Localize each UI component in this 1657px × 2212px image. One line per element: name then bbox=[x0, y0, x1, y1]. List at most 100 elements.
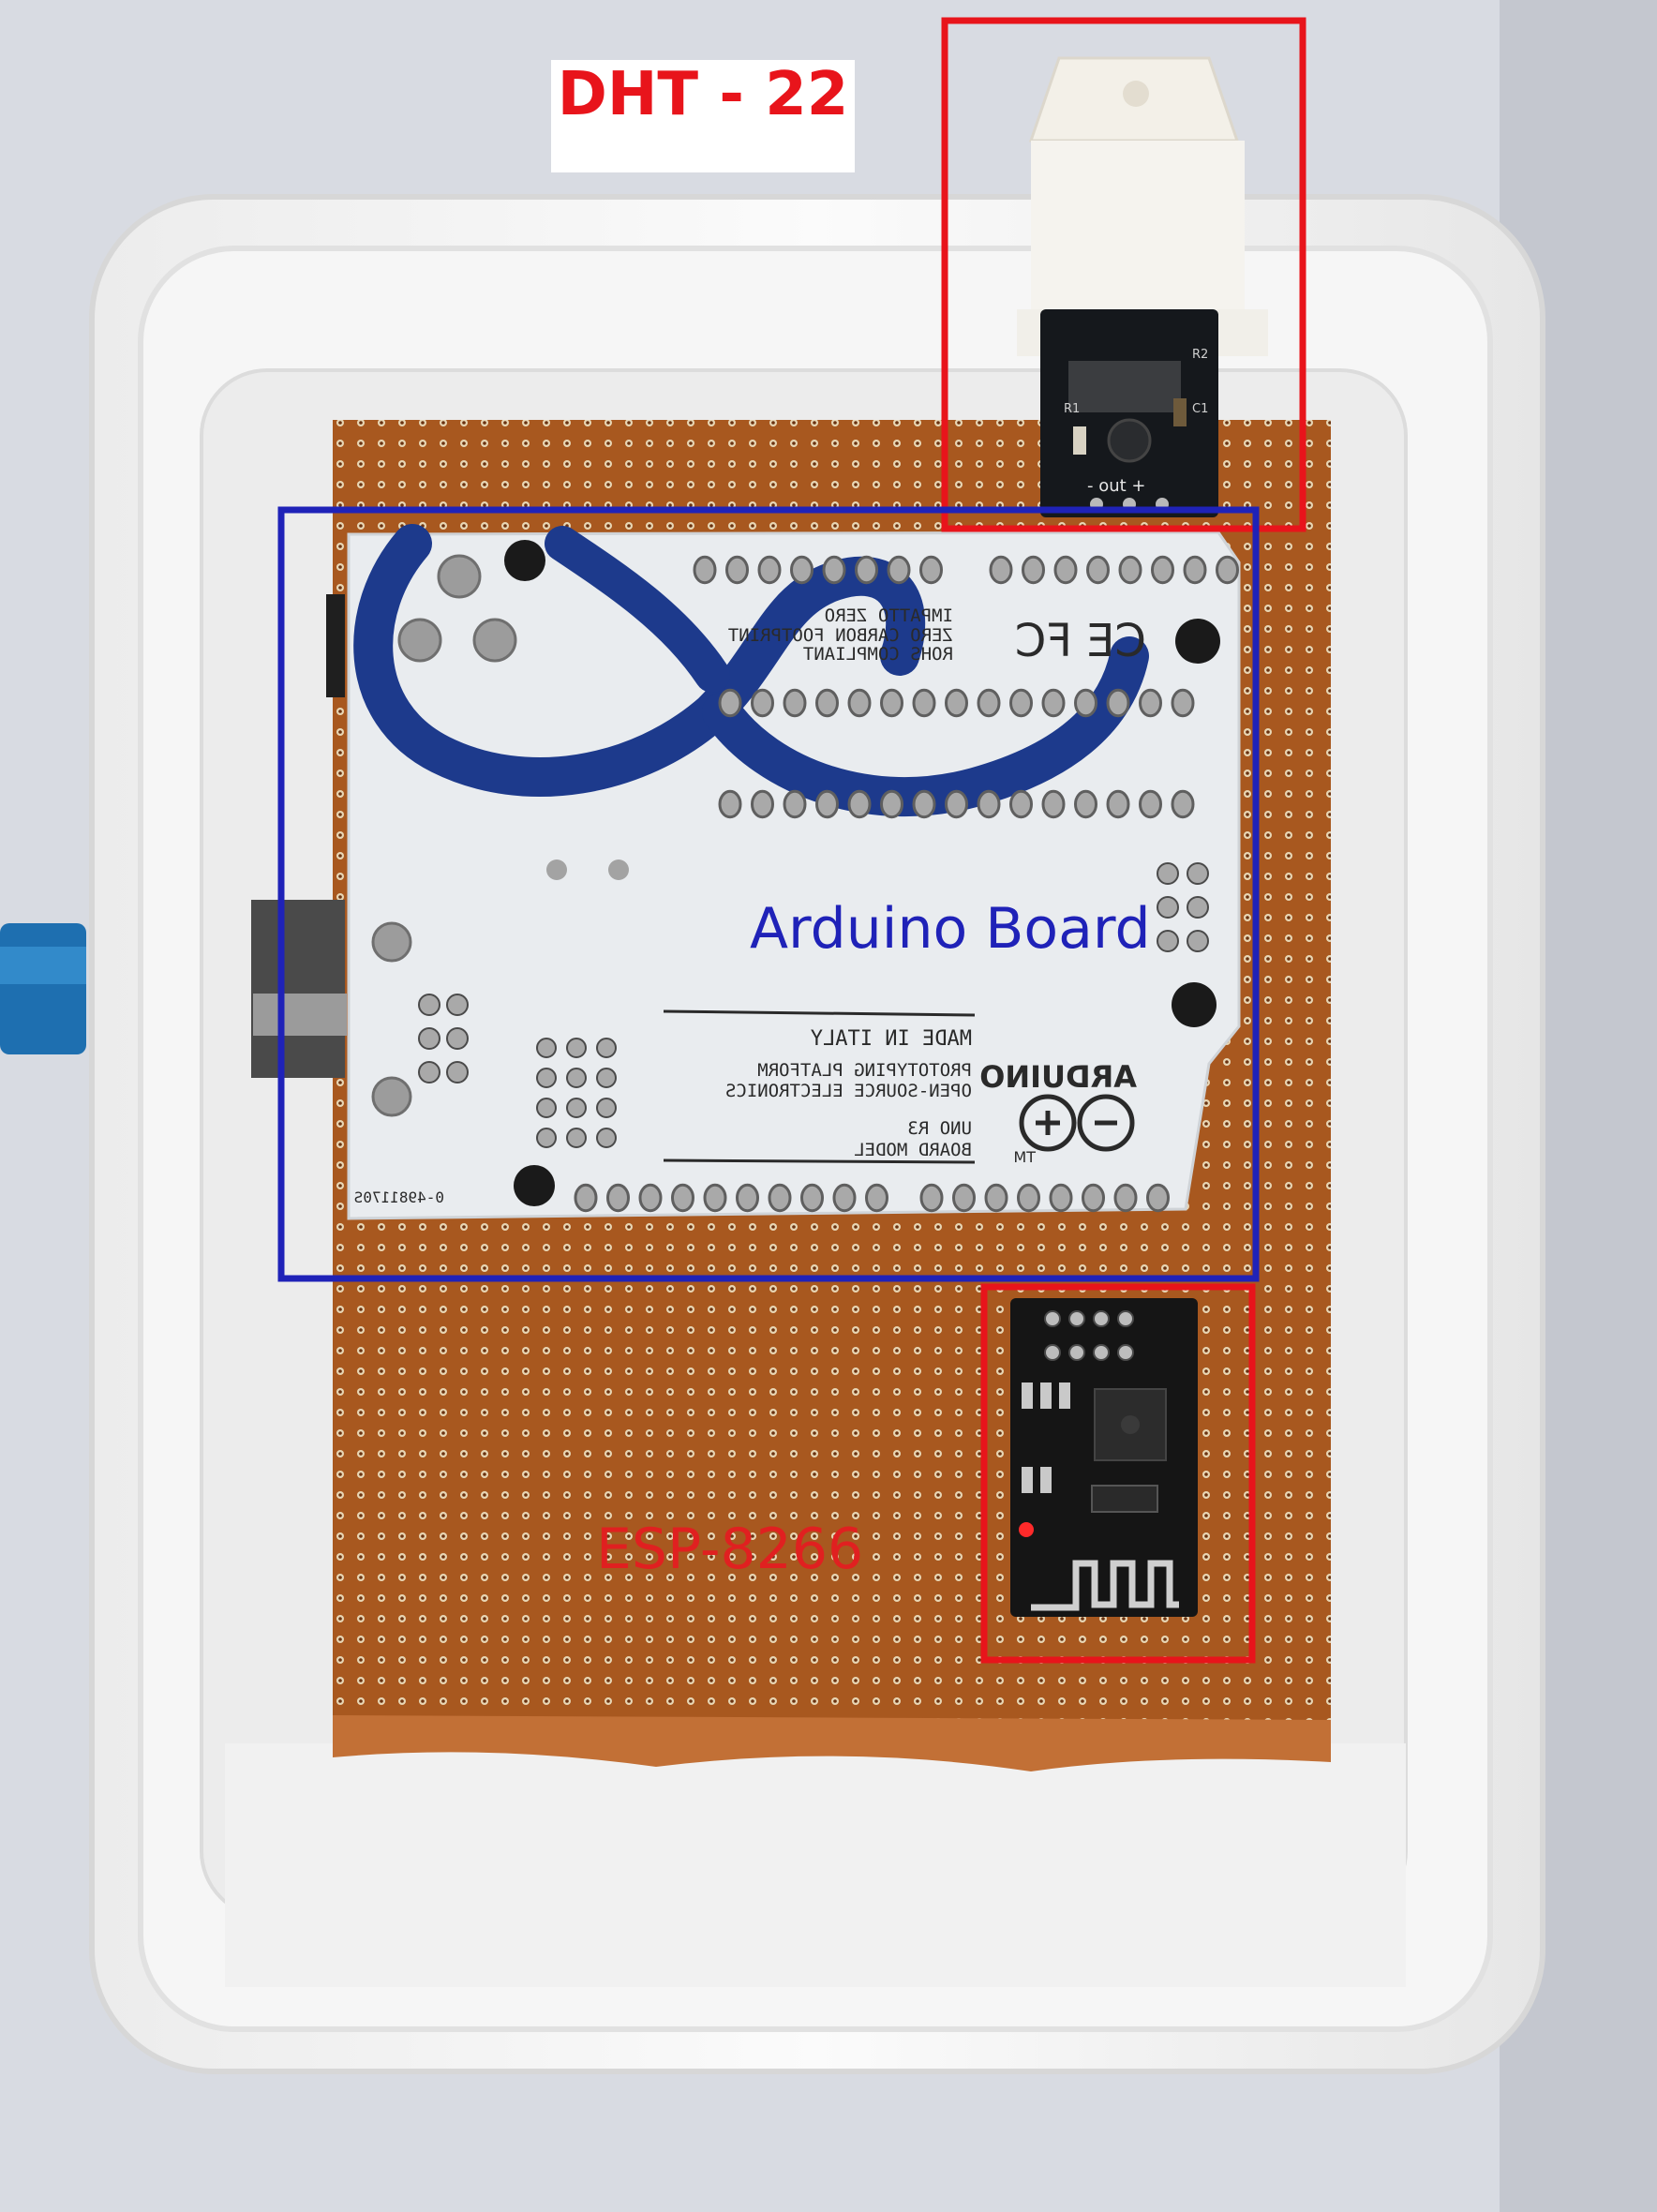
header-pin bbox=[1106, 789, 1130, 819]
header-pin bbox=[1183, 555, 1207, 585]
header-pin bbox=[1146, 1183, 1170, 1213]
header-pin bbox=[446, 994, 469, 1016]
header-pin bbox=[1093, 1310, 1110, 1327]
header-pin bbox=[1022, 555, 1045, 585]
silk-platform-2: PROTOTYPING PLATFORM bbox=[757, 1060, 972, 1081]
header-pin bbox=[977, 789, 1001, 819]
header-pin bbox=[832, 1183, 857, 1213]
silk-brand: ARDUINO bbox=[979, 1059, 1137, 1095]
header-pin bbox=[606, 1183, 630, 1213]
silk-tm: TM bbox=[1013, 1148, 1037, 1166]
arduino-board: ROHS COMPLIANT ZERO CARBON FOOTPRINT IMP… bbox=[251, 524, 1241, 1220]
esp-status-led bbox=[1019, 1522, 1034, 1537]
header-pin bbox=[566, 1128, 587, 1148]
header-pin bbox=[596, 1068, 617, 1088]
silk-compliance-2: ZERO CARBON FOOTPRINT bbox=[728, 625, 953, 646]
header-pin bbox=[887, 555, 911, 585]
header-pin bbox=[790, 555, 814, 585]
header-pin bbox=[566, 1098, 587, 1118]
header-pin bbox=[912, 688, 936, 718]
header-pin bbox=[536, 1098, 557, 1118]
header-pin bbox=[1117, 1310, 1134, 1327]
header-pin bbox=[693, 555, 717, 585]
header-pin bbox=[822, 555, 846, 585]
header-pin bbox=[880, 789, 903, 819]
dht-label: DHT - 22 bbox=[551, 60, 855, 172]
header-pin bbox=[1044, 1344, 1061, 1361]
header-pin bbox=[566, 1068, 587, 1088]
header-pin bbox=[952, 1183, 976, 1213]
header-pin bbox=[1093, 1344, 1110, 1361]
header-pin bbox=[1187, 930, 1209, 952]
header-pin bbox=[1068, 1310, 1085, 1327]
header-pins-row-3 bbox=[718, 789, 1195, 819]
header-pin bbox=[768, 1183, 792, 1213]
header-pin bbox=[536, 1128, 557, 1148]
header-pin bbox=[912, 789, 936, 819]
silk-fcc: FC bbox=[1015, 615, 1072, 667]
dht-silk-c1: C1 bbox=[1192, 402, 1208, 416]
header-pin bbox=[1157, 896, 1179, 919]
photo-scene: R1 R2 C1 - out + ROHS COMPLIANT ZERO CAR… bbox=[0, 0, 1657, 2212]
header-pin bbox=[1113, 1183, 1138, 1213]
header-pin bbox=[783, 789, 807, 819]
header-pin bbox=[596, 1098, 617, 1118]
header-pin bbox=[574, 1183, 598, 1213]
header-pin bbox=[1118, 555, 1142, 585]
header-pin bbox=[847, 688, 872, 718]
header-pin bbox=[596, 1038, 617, 1058]
header-pin bbox=[1157, 862, 1179, 885]
silk-platform-1: OPEN-SOURCE ELECTRONICS bbox=[725, 1081, 972, 1101]
header-pin bbox=[1106, 688, 1130, 718]
esp-label: ESP-8266 bbox=[596, 1517, 864, 1582]
dht-pin-labels: - out + bbox=[1087, 476, 1146, 496]
header-pin bbox=[847, 789, 872, 819]
header-pin bbox=[725, 555, 749, 585]
esp8266-module bbox=[1010, 1298, 1198, 1617]
silk-ce: CE bbox=[1086, 615, 1146, 667]
header-pin bbox=[671, 1183, 694, 1213]
arduino-label: Arduino Board bbox=[750, 896, 1151, 962]
header-pin bbox=[418, 1027, 440, 1050]
header-pin bbox=[1053, 555, 1078, 585]
silk-serial: 0-4981170S bbox=[354, 1188, 444, 1206]
header-pin bbox=[736, 1183, 759, 1213]
header-pin bbox=[418, 994, 440, 1016]
header-pin bbox=[989, 555, 1013, 585]
header-pin bbox=[718, 688, 742, 718]
header-pin bbox=[638, 1183, 663, 1213]
header-pin bbox=[945, 688, 968, 718]
silk-compliance-3: IMPATTO ZERO bbox=[825, 605, 953, 626]
header-pin bbox=[1117, 1344, 1134, 1361]
header-pin bbox=[815, 789, 839, 819]
header-pin bbox=[1151, 555, 1174, 585]
header-pin bbox=[1157, 930, 1179, 952]
header-pin bbox=[418, 1061, 440, 1084]
header-pin bbox=[815, 688, 839, 718]
usb-cable bbox=[0, 923, 86, 1054]
header-pin bbox=[1041, 688, 1066, 718]
header-pin bbox=[1068, 1344, 1085, 1361]
header-pin bbox=[536, 1038, 557, 1058]
header-pin bbox=[865, 1183, 888, 1213]
header-pin bbox=[1139, 688, 1162, 718]
header-pin bbox=[1187, 862, 1209, 885]
header-pin bbox=[1017, 1183, 1040, 1213]
header-pin bbox=[919, 1183, 944, 1213]
header-pin bbox=[1009, 688, 1033, 718]
header-pin bbox=[977, 688, 1001, 718]
header-pin bbox=[1049, 1183, 1073, 1213]
header-pin bbox=[751, 789, 774, 819]
header-pin bbox=[855, 555, 878, 585]
header-pin bbox=[1086, 555, 1110, 585]
header-pin bbox=[566, 1038, 587, 1058]
header-pin bbox=[718, 789, 742, 819]
header-pin bbox=[703, 1183, 727, 1213]
header-pin bbox=[446, 1027, 469, 1050]
header-pins-row-2 bbox=[718, 688, 1195, 718]
silk-made-in: MADE IN ITALY bbox=[811, 1027, 972, 1051]
header-pin bbox=[1074, 789, 1097, 819]
header-pin bbox=[1041, 789, 1066, 819]
header-pin bbox=[1171, 789, 1195, 819]
header-pin bbox=[919, 555, 943, 585]
